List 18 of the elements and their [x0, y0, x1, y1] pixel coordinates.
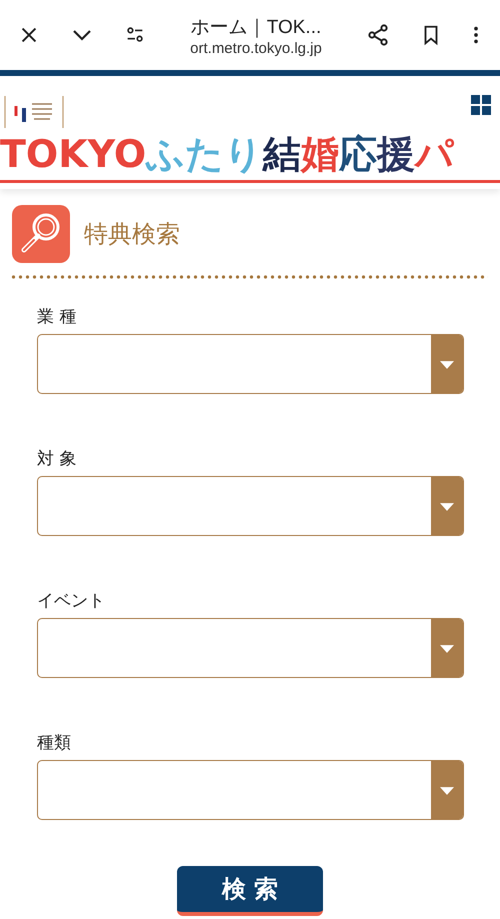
- grid-menu-icon[interactable]: [470, 94, 492, 116]
- field-label: 種類: [37, 732, 72, 754]
- page-url: ort.metro.tokyo.lg.jp: [190, 40, 322, 56]
- share-icon[interactable]: [366, 23, 390, 47]
- section-title: 特典検索: [84, 219, 180, 250]
- select-field[interactable]: [37, 334, 464, 394]
- banner-title: TOKYOふたり 結婚応援パ: [0, 131, 456, 178]
- select-field[interactable]: [37, 618, 464, 678]
- logo-icon: [4, 94, 64, 130]
- field-label: 業 種: [37, 306, 78, 328]
- search-button[interactable]: 検 索: [177, 866, 323, 916]
- more-icon[interactable]: [472, 24, 480, 46]
- select-field[interactable]: [37, 476, 464, 536]
- field-label: 対 象: [37, 448, 78, 470]
- search-icon: [12, 205, 70, 263]
- select-field[interactable]: [37, 760, 464, 820]
- field-label: イベント: [37, 590, 106, 612]
- page-title: ホーム｜TOK...: [190, 16, 322, 40]
